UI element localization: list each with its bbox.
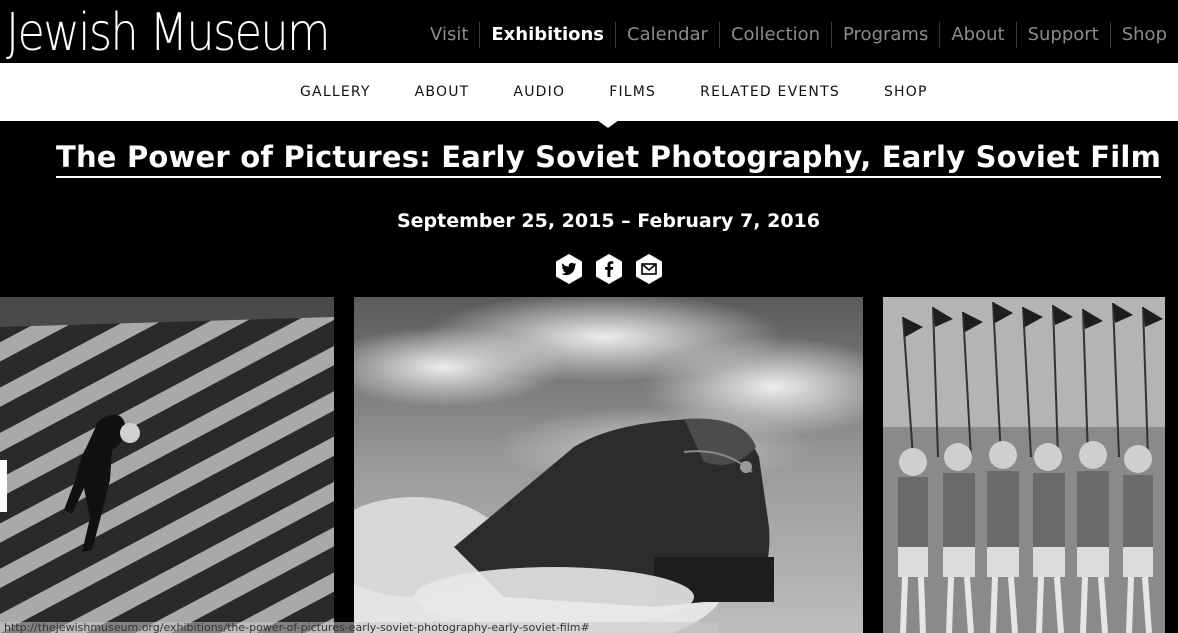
email-icon[interactable] xyxy=(634,253,664,285)
nav-support[interactable]: Support xyxy=(1015,22,1110,48)
main-nav: Visit Exhibitions Calendar Collection Pr… xyxy=(419,22,1178,48)
staircase-photo[interactable] xyxy=(0,297,334,633)
locomotive-photo[interactable] xyxy=(354,297,863,633)
exhibition-title: The Power of Pictures: Early Soviet Phot… xyxy=(0,140,1178,178)
facebook-icon[interactable] xyxy=(594,253,624,285)
nav-exhibitions[interactable]: Exhibitions xyxy=(479,22,615,48)
exhibition-dates: September 25, 2015 – February 7, 2016 xyxy=(396,210,820,232)
gallery-prev-arrow[interactable] xyxy=(0,460,7,512)
exhibition-title-text[interactable]: The Power of Pictures: Early Soviet Phot… xyxy=(55,140,1161,178)
subnav-related-events[interactable]: RELATED EVENTS xyxy=(700,84,840,100)
nav-about[interactable]: About xyxy=(939,22,1015,48)
nav-shop[interactable]: Shop xyxy=(1109,22,1178,48)
subnav-audio[interactable]: AUDIO xyxy=(513,84,565,100)
nav-visit[interactable]: Visit xyxy=(419,22,479,48)
subnav-gallery[interactable]: GALLERY xyxy=(300,84,371,100)
nav-programs[interactable]: Programs xyxy=(831,22,939,48)
subnav-shop[interactable]: SHOP xyxy=(884,84,928,100)
twitter-icon[interactable] xyxy=(554,253,584,285)
header: Jewish Museum Visit Exhibitions Calendar… xyxy=(0,0,1178,63)
parade-photo[interactable] xyxy=(883,297,1165,633)
link-status-bar: http://thejewishmuseum.org/exhibitions/t… xyxy=(0,622,718,633)
subnav-about[interactable]: ABOUT xyxy=(415,84,470,100)
nav-collection[interactable]: Collection xyxy=(718,22,831,48)
active-tab-indicator xyxy=(597,120,619,128)
site-logo[interactable]: Jewish Museum xyxy=(6,4,331,62)
exhibition-subnav: GALLERY ABOUT AUDIO FILMS RELATED EVENTS… xyxy=(0,63,1178,121)
subnav-films[interactable]: FILMS xyxy=(609,84,656,100)
nav-calendar[interactable]: Calendar xyxy=(615,22,719,48)
